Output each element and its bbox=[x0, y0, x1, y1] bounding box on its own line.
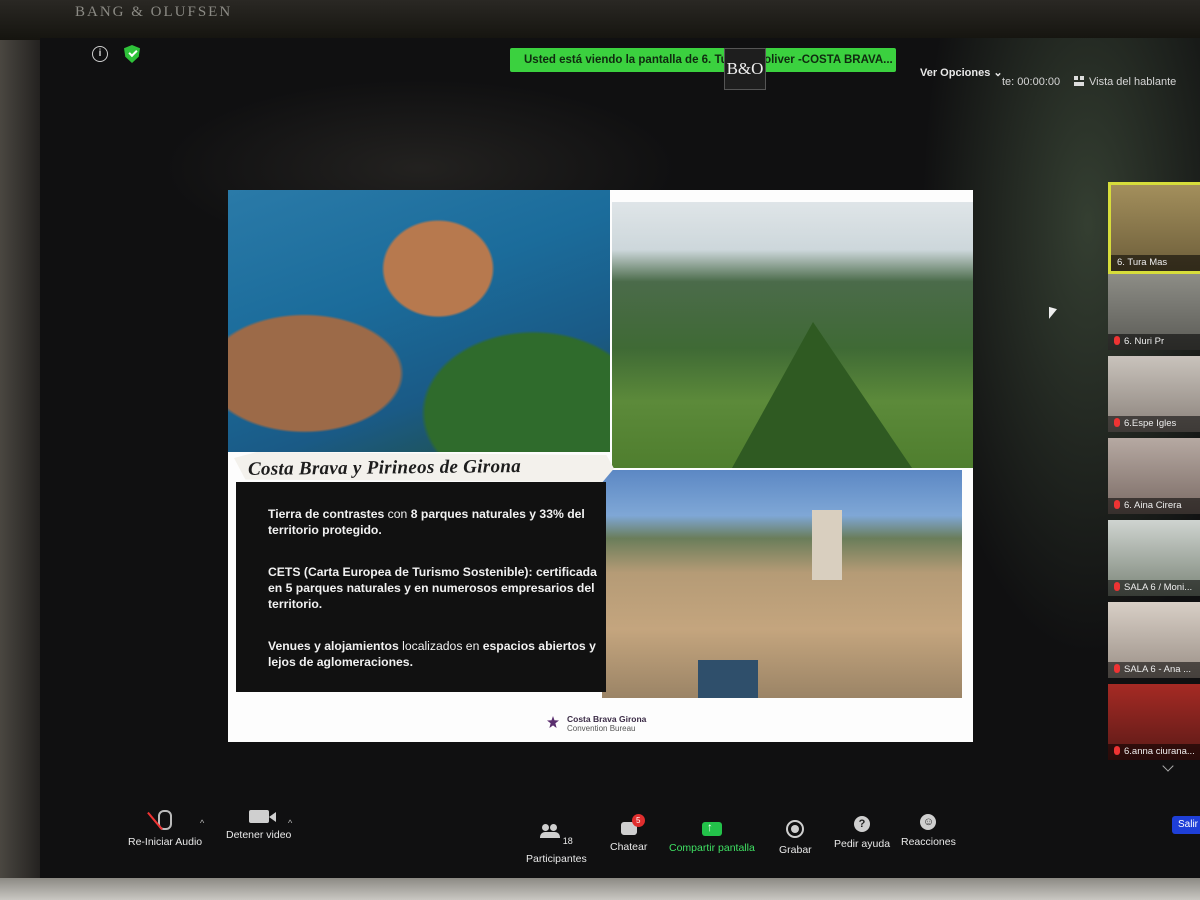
participants-label: Participantes bbox=[526, 853, 587, 865]
chevron-down-icon[interactable] bbox=[1162, 760, 1174, 772]
participant-name: 6.anna ciurana... bbox=[1124, 746, 1195, 757]
audio-options-caret-icon[interactable]: ^ bbox=[200, 818, 204, 828]
participant-name-row: 6. Nuri Pr bbox=[1108, 334, 1200, 350]
audio-label: Re-Iniciar Audio bbox=[128, 836, 203, 848]
exit-button[interactable]: Salir bbox=[1172, 816, 1200, 834]
muted-mic-icon bbox=[1114, 418, 1120, 427]
reactions-button[interactable]: ☺ Reacciones bbox=[901, 814, 956, 848]
video-options-caret-icon[interactable]: ^ bbox=[288, 818, 292, 828]
speaker-view-button[interactable]: Vista del hablante bbox=[1074, 76, 1176, 88]
chat-label: Chatear bbox=[610, 841, 648, 853]
para-normal-text: localizados en bbox=[398, 639, 483, 653]
para-bold-text: Venues y alojamientos bbox=[268, 639, 399, 653]
chat-button[interactable]: 5 Chatear bbox=[610, 814, 648, 853]
brand-logo-text: BANG & OLUFSEN bbox=[75, 4, 233, 20]
zoom-window: i Usted está viendo la pantalla de 6. Tu… bbox=[40, 38, 1200, 878]
participants-count: 18 bbox=[562, 836, 573, 846]
muted-mic-icon bbox=[1114, 336, 1120, 345]
mouse-cursor-icon bbox=[1049, 306, 1057, 322]
reactions-label: Reacciones bbox=[901, 836, 956, 848]
share-screen-button[interactable]: Compartir pantalla bbox=[669, 820, 755, 854]
people-icon bbox=[539, 824, 560, 838]
share-screen-icon bbox=[701, 820, 722, 836]
slide-paragraph: Venues y alojamientos localizados en esp… bbox=[268, 638, 598, 670]
participant-name-row: 6.Espe Igles bbox=[1108, 416, 1200, 432]
muted-mic-icon bbox=[1114, 500, 1120, 509]
participant-name-row: SALA 6 - Ana ... bbox=[1108, 662, 1200, 678]
participant-name: 6. Tura Mas bbox=[1111, 255, 1200, 271]
participants-icon-row: 18 bbox=[539, 824, 573, 847]
ask-help-button[interactable]: ? Pedir ayuda bbox=[834, 816, 890, 850]
laptop-frame-left bbox=[0, 40, 40, 880]
video-button[interactable]: Detener video bbox=[226, 810, 291, 841]
participants-button[interactable]: 18 Participantes bbox=[526, 824, 587, 865]
participant-name: 6. Aina Cirera bbox=[1124, 500, 1182, 511]
record-label: Grabar bbox=[779, 844, 812, 856]
bang-olufsen-logo: B&O bbox=[724, 48, 766, 90]
footer-org-name: Costa Brava Girona bbox=[567, 714, 647, 724]
participant-tile[interactable]: SALA 6 / Moni... bbox=[1108, 520, 1200, 596]
slide-paragraph: Tierra de contrastes con 8 parques natur… bbox=[268, 506, 598, 538]
shared-slide: Costa Brava y Pirineos de Girona Tierra … bbox=[228, 190, 973, 742]
participant-name-row: 6. Aina Cirera bbox=[1108, 498, 1200, 514]
audio-button[interactable]: Re-Iniciar Audio bbox=[128, 810, 202, 848]
ask-help-label: Pedir ayuda bbox=[834, 838, 891, 850]
slide-title: Costa Brava y Pirineos de Girona bbox=[247, 456, 522, 480]
screen-share-banner: Usted está viendo la pantalla de 6. Tura… bbox=[510, 48, 896, 72]
convention-bureau-logo-icon bbox=[547, 716, 559, 728]
record-icon bbox=[786, 820, 805, 838]
video-label: Detener video bbox=[226, 829, 292, 841]
participant-tile[interactable]: 6.anna ciurana... bbox=[1108, 684, 1200, 760]
participant-name: SALA 6 / Moni... bbox=[1124, 582, 1193, 593]
muted-microphone-icon bbox=[158, 810, 173, 830]
para-bold-text: CETS (Carta Europea de Turismo Sostenibl… bbox=[268, 565, 597, 611]
participant-name: 6. Nuri Pr bbox=[1124, 336, 1165, 347]
para-normal-text: con bbox=[384, 507, 411, 521]
slide-paragraph: CETS (Carta Europea de Turismo Sostenibl… bbox=[268, 564, 598, 612]
mountains-photo bbox=[612, 202, 973, 468]
chat-unread-badge: 5 bbox=[631, 814, 645, 827]
timer-text: te: 00:00:00 bbox=[1002, 76, 1061, 88]
river-detail bbox=[698, 660, 758, 698]
participant-tile[interactable]: 6. Tura Mas bbox=[1108, 182, 1200, 274]
security-shield-icon[interactable] bbox=[124, 45, 140, 63]
participant-name-row: 6.anna ciurana... bbox=[1108, 744, 1200, 760]
participant-tile[interactable]: 6.Espe Igles bbox=[1108, 356, 1200, 432]
muted-mic-icon bbox=[1114, 746, 1120, 755]
laptop-frame-bottom bbox=[0, 878, 1200, 900]
view-options-button[interactable]: Ver Opciones ⌄ bbox=[920, 66, 1003, 79]
info-icon[interactable]: i bbox=[92, 46, 108, 62]
participant-tile[interactable]: 6. Nuri Pr bbox=[1108, 274, 1200, 350]
smiley-reaction-icon: ☺ bbox=[920, 814, 937, 830]
share-screen-label: Compartir pantalla bbox=[669, 842, 755, 854]
coast-photo bbox=[228, 190, 610, 452]
speaker-view-label: Vista del hablante bbox=[1089, 76, 1177, 88]
participant-name-row: SALA 6 / Moni... bbox=[1108, 580, 1200, 596]
view-layout-icon bbox=[1074, 76, 1084, 86]
participant-name: 6.Espe Igles bbox=[1124, 418, 1177, 429]
girona-city-photo bbox=[602, 470, 962, 698]
video-camera-icon bbox=[248, 810, 269, 823]
participant-tile[interactable]: 6. Aina Cirera bbox=[1108, 438, 1200, 514]
muted-mic-icon bbox=[1114, 664, 1120, 673]
para-bold-text: Tierra de contrastes bbox=[268, 507, 385, 521]
chat-bubble-icon: 5 bbox=[620, 814, 645, 835]
laptop-bezel-top: BANG & OLUFSEN bbox=[0, 0, 1200, 40]
record-button[interactable]: Grabar bbox=[779, 820, 812, 856]
slide-footer: Costa Brava Girona Convention Bureau bbox=[242, 698, 973, 742]
footer-org-subtitle: Convention Bureau bbox=[567, 724, 636, 733]
help-icon: ? bbox=[854, 816, 871, 832]
participant-tile[interactable]: SALA 6 - Ana ... bbox=[1108, 602, 1200, 678]
muted-mic-icon bbox=[1114, 582, 1120, 591]
participant-name: SALA 6 - Ana ... bbox=[1124, 664, 1192, 675]
